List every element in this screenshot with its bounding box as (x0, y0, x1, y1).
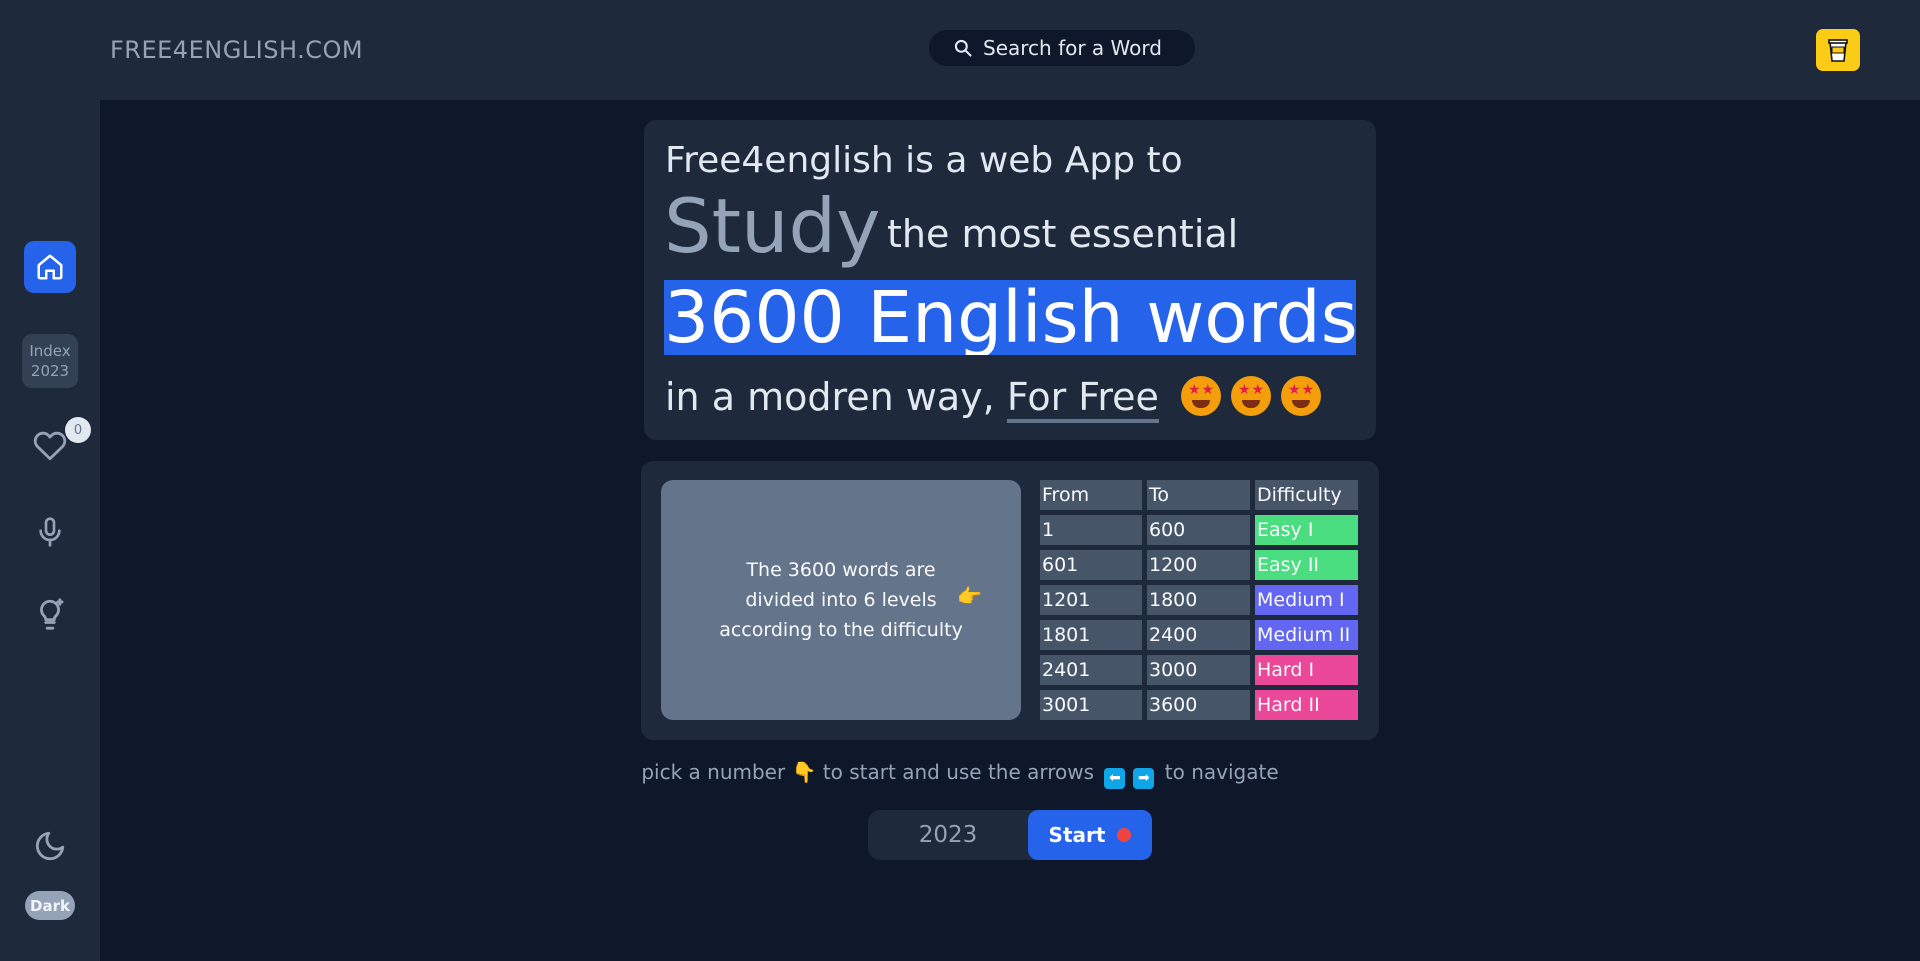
table-row[interactable]: 601 1200 Easy II (1040, 550, 1358, 580)
home-button[interactable] (24, 241, 76, 293)
levels-info-box: The 3600 words are divided into 6 levels… (661, 480, 1021, 720)
difficulty-cell: Easy II (1255, 550, 1358, 580)
hero-intro-text: Free4english is a web App to (665, 140, 1183, 181)
pointing-down-icon: 👇 (791, 760, 817, 784)
index-2023-button[interactable]: Index 2023 (22, 334, 78, 388)
table-row[interactable]: 2401 3000 Hard I (1040, 655, 1358, 685)
search-label: Search for a Word (983, 36, 1162, 60)
from-cell: 1 (1040, 515, 1142, 545)
column-header-from: From (1040, 480, 1142, 510)
search-icon (953, 38, 973, 58)
hero-tagline: in a modren way, For Free (665, 375, 1322, 423)
top-header: FREE4ENGLISH.COM Search for a Word (100, 0, 1920, 100)
star-struck-icon (1231, 376, 1272, 416)
column-header-to: To (1147, 480, 1250, 510)
star-struck-icon (1281, 376, 1322, 416)
difficulty-cell: Medium II (1255, 620, 1358, 650)
microphone-icon (39, 517, 61, 547)
from-cell: 2401 (1040, 655, 1142, 685)
difficulty-cell: Medium I (1255, 585, 1358, 615)
hint-text-start: to start and use the arrows (822, 760, 1095, 784)
search-button[interactable]: Search for a Word (929, 30, 1195, 66)
hint-text-pick: pick a number (641, 760, 786, 784)
word-number-input[interactable]: 2023 (868, 810, 1028, 860)
right-arrow-icon: ➡ (1133, 768, 1155, 789)
table-header-row: From To Difficulty (1040, 480, 1358, 510)
hero-essential-text: the most essential (887, 212, 1239, 256)
start-controls: 2023 Start (868, 810, 1152, 860)
site-logo[interactable]: FREE4ENGLISH.COM (110, 36, 363, 64)
start-label: Start (1048, 823, 1106, 847)
left-arrow-icon: ⬅ (1104, 768, 1126, 789)
hero-highlight-text: 3600 English words (664, 280, 1356, 355)
lightbulb-icon (40, 598, 64, 630)
difficulty-cell: Hard I (1255, 655, 1358, 685)
theme-label[interactable]: Dark (25, 891, 75, 920)
table-row[interactable]: 1 600 Easy I (1040, 515, 1358, 545)
favorites-count-badge: 0 (65, 417, 91, 443)
to-cell: 2400 (1147, 620, 1250, 650)
sidebar: Index 2023 0 Dark (0, 0, 100, 961)
hint-text-navigate: to navigate (1164, 760, 1279, 784)
home-icon (37, 254, 63, 280)
from-cell: 1801 (1040, 620, 1142, 650)
to-cell: 3600 (1147, 690, 1250, 720)
levels-card: The 3600 words are divided into 6 levels… (641, 461, 1379, 740)
levels-info-text: The 3600 words are divided into 6 levels… (719, 559, 963, 641)
moon-icon (35, 831, 65, 861)
from-cell: 601 (1040, 550, 1142, 580)
start-button[interactable]: Start (1028, 810, 1152, 860)
record-dot-icon (1117, 828, 1132, 842)
pointing-right-icon: 👉 (957, 584, 982, 608)
hero-card: Free4english is a web App to Study the m… (644, 120, 1376, 440)
table-row[interactable]: 3001 3600 Hard II (1040, 690, 1358, 720)
buy-coffee-button[interactable] (1816, 29, 1860, 71)
to-cell: 1200 (1147, 550, 1250, 580)
from-cell: 1201 (1040, 585, 1142, 615)
table-row[interactable]: 1201 1800 Medium I (1040, 585, 1358, 615)
to-cell: 600 (1147, 515, 1250, 545)
ideas-button[interactable] (30, 594, 70, 634)
to-cell: 3000 (1147, 655, 1250, 685)
hero-tagline-prefix: in a modren way, (665, 375, 995, 419)
index-label: Index (29, 342, 71, 360)
to-cell: 1800 (1147, 585, 1250, 615)
favorites-button[interactable] (30, 426, 70, 466)
difficulty-cell: Easy I (1255, 515, 1358, 545)
theme-toggle-button[interactable] (30, 826, 70, 866)
star-struck-icon (1181, 376, 1222, 416)
hero-study-word: Study (664, 182, 881, 270)
for-free-link: For Free (1006, 375, 1159, 423)
index-year-label: 2023 (30, 362, 70, 380)
difficulty-cell: Hard II (1255, 690, 1358, 720)
coffee-cup-icon (1828, 39, 1848, 62)
levels-table: From To Difficulty 1 600 Easy I 601 1200… (1040, 480, 1358, 725)
table-row[interactable]: 1801 2400 Medium II (1040, 620, 1358, 650)
navigation-hint: pick a number 👇 to start and use the arr… (0, 760, 1920, 789)
from-cell: 3001 (1040, 690, 1142, 720)
heart-icon (33, 431, 67, 461)
column-header-difficulty: Difficulty (1255, 480, 1358, 510)
microphone-button[interactable] (30, 512, 70, 552)
